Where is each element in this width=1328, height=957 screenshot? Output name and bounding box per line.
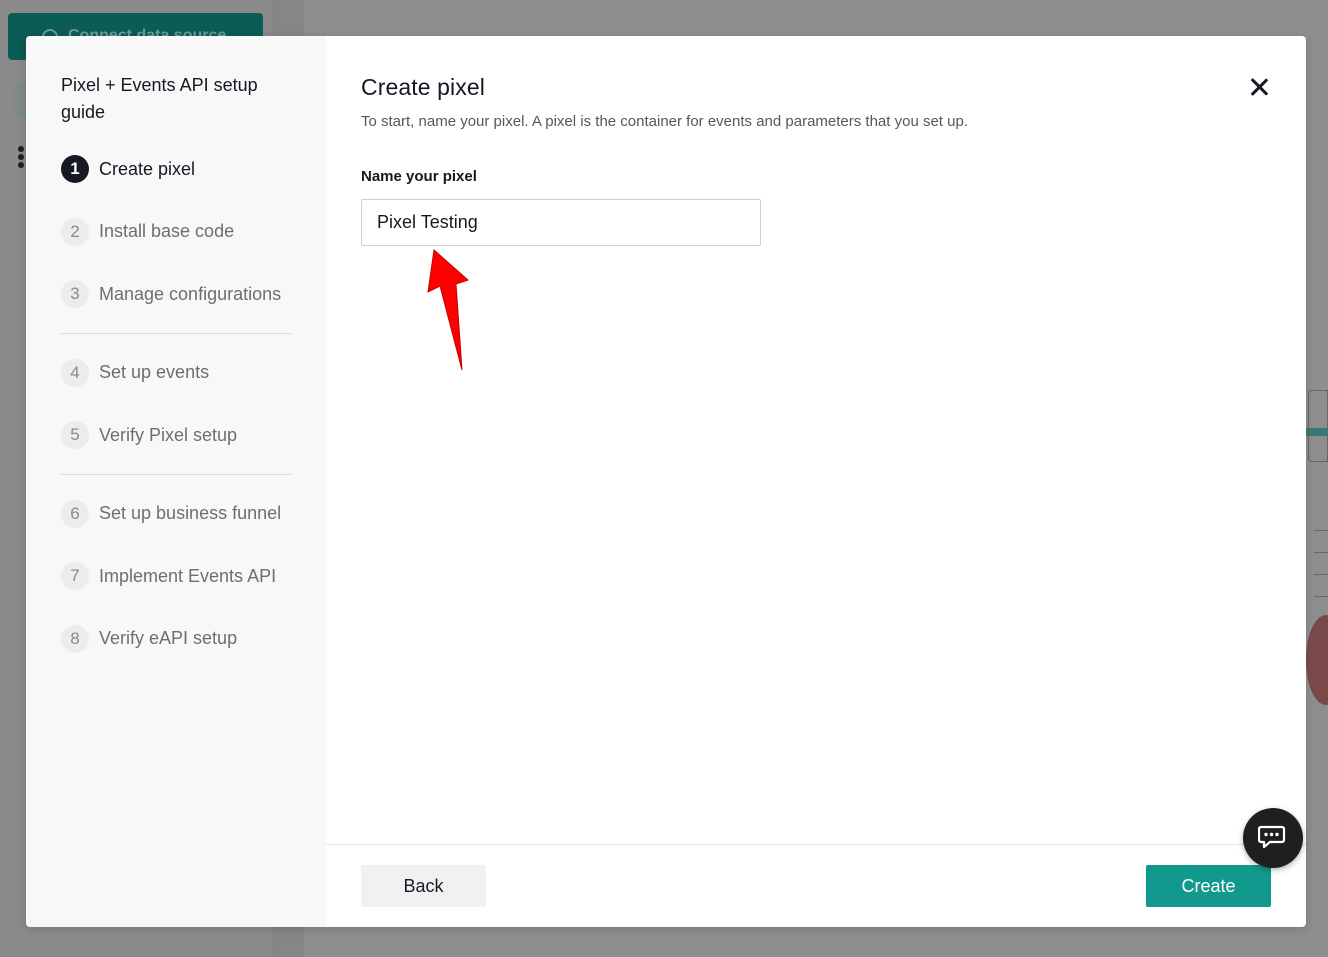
step-number: 7 <box>61 562 89 591</box>
step-label: Set up events <box>99 362 210 383</box>
chat-icon <box>1258 825 1286 849</box>
pixel-name-input[interactable] <box>361 199 761 246</box>
step-number: 5 <box>61 421 89 450</box>
guide-step-implement-events-api[interactable]: 7 Implement Events API <box>61 545 292 608</box>
step-number: 3 <box>61 280 89 309</box>
back-button[interactable]: Back <box>361 865 486 907</box>
pixel-name-label: Name your pixel <box>361 168 477 185</box>
red-arrow-icon <box>427 249 469 371</box>
create-button[interactable]: Create <box>1146 865 1271 907</box>
pixel-setup-modal: Pixel + Events API setup guide 1 Create … <box>26 36 1306 927</box>
create-pixel-panel: Create pixel To start, name your pixel. … <box>326 36 1306 927</box>
guide-steps: 4 Set up events 5 Verify Pixel setup <box>61 342 292 467</box>
guide-steps: 1 Create pixel 2 Install base code 3 Man… <box>61 138 292 326</box>
step-label: Manage configurations <box>99 283 282 304</box>
close-icon[interactable] <box>1246 74 1272 100</box>
background-illustration <box>1306 390 1328 710</box>
guide-step-install-base-code[interactable]: 2 Install base code <box>61 201 292 264</box>
step-number: 8 <box>61 624 89 653</box>
guide-steps: 6 Set up business funnel 7 Implement Eve… <box>61 483 292 671</box>
step-label: Create pixel <box>99 158 196 179</box>
step-number: 4 <box>61 358 89 387</box>
page-title: Create pixel <box>361 74 485 100</box>
page-description: To start, name your pixel. A pixel is th… <box>361 113 968 130</box>
step-number: 6 <box>61 499 89 528</box>
guide-divider <box>61 332 291 334</box>
guide-step-manage-configurations[interactable]: 3 Manage configurations <box>61 263 292 326</box>
guide-step-set-up-business-funnel[interactable]: 6 Set up business funnel <box>61 483 292 546</box>
setup-guide-sidebar: Pixel + Events API setup guide 1 Create … <box>26 36 326 927</box>
guide-step-create-pixel[interactable]: 1 Create pixel <box>61 138 292 201</box>
modal-footer: Back Create <box>326 844 1306 927</box>
guide-step-set-up-events[interactable]: 4 Set up events <box>61 342 292 405</box>
guide-step-verify-pixel-setup[interactable]: 5 Verify Pixel setup <box>61 404 292 467</box>
chat-button[interactable] <box>1243 808 1303 868</box>
step-number: 2 <box>61 217 89 246</box>
step-label: Implement Events API <box>99 565 277 586</box>
guide-divider <box>61 473 291 475</box>
step-number: 1 <box>61 155 89 184</box>
guide-title: Pixel + Events API setup guide <box>61 75 258 122</box>
step-label: Verify eAPI setup <box>99 628 238 649</box>
step-label: Set up business funnel <box>99 503 282 524</box>
guide-step-verify-eapi-setup[interactable]: 8 Verify eAPI setup <box>61 608 292 671</box>
step-label: Install base code <box>99 221 235 242</box>
step-label: Verify Pixel setup <box>99 424 238 445</box>
